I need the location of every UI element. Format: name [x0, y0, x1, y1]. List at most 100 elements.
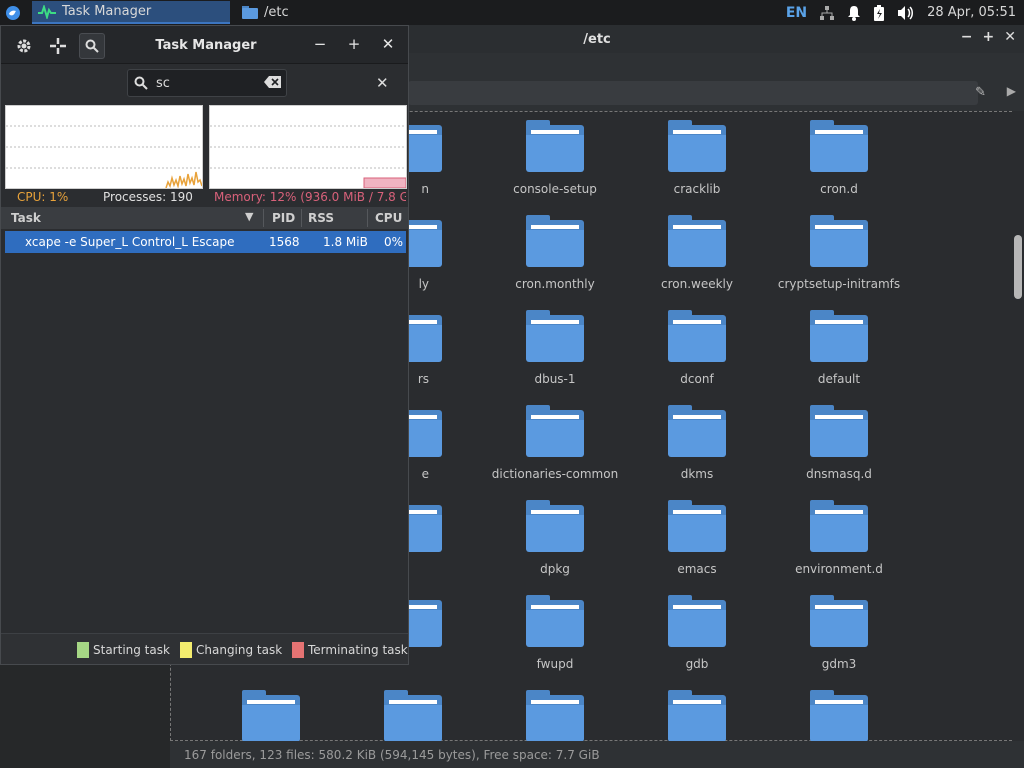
panel-tray: EN 28 Apr, 05:51 — [786, 0, 1024, 25]
status-bar: 167 folders, 123 files: 580.2 KiB (594,1… — [170, 741, 1024, 768]
folder-item[interactable]: environment.d — [769, 500, 909, 576]
folder-icon — [668, 500, 726, 552]
task-name-cell: xcape -e Super_L Control_L Escape — [25, 235, 235, 249]
folder-icon — [668, 595, 726, 647]
memory-graph — [209, 105, 407, 189]
process-count-label: Processes: 190 — [103, 190, 193, 204]
folder-icon — [242, 690, 300, 742]
network-icon[interactable] — [819, 5, 835, 21]
folder-item[interactable]: cryptsetup-initramfs — [769, 215, 909, 291]
tm-close-button[interactable]: ✕ — [379, 35, 397, 53]
toggle-search-button[interactable] — [79, 33, 105, 59]
maximize-button[interactable]: + — [983, 29, 995, 45]
folder-label: environment.d — [795, 562, 883, 576]
task-manager-title: Task Manager — [155, 37, 257, 53]
folder-label: dconf — [680, 372, 714, 386]
folder-item[interactable]: dictionaries-common — [485, 405, 625, 481]
column-header-row: Task ▼ PID RSS CPU — [1, 207, 408, 229]
legend-changing-swatch — [180, 642, 192, 658]
notification-bell-icon[interactable] — [847, 5, 861, 21]
folder-item[interactable]: gdm3 — [769, 595, 909, 671]
search-input[interactable]: sc — [127, 69, 287, 97]
folder-icon — [526, 500, 584, 552]
folder-icon — [810, 215, 868, 267]
folder-icon — [384, 690, 442, 742]
folder-icon — [668, 120, 726, 172]
taskbar-etc[interactable]: /etc — [236, 1, 295, 24]
crosshair-icon — [50, 38, 66, 54]
folder-icon — [668, 405, 726, 457]
identify-window-button[interactable] — [45, 33, 71, 59]
volume-icon[interactable] — [897, 5, 915, 21]
column-header-rss[interactable]: RSS — [308, 211, 334, 225]
folder-item[interactable]: emacs — [627, 500, 767, 576]
edit-location-icon[interactable]: ✎ — [975, 85, 986, 100]
column-header-pid[interactable]: PID — [272, 211, 295, 225]
search-icon — [85, 39, 99, 53]
search-input-value: sc — [156, 75, 170, 91]
table-row[interactable]: xcape -e Super_L Control_L Escape 1568 1… — [5, 231, 406, 253]
location-field[interactable] — [408, 81, 978, 105]
legend-terminating: Terminating task — [292, 642, 408, 658]
clock[interactable]: 28 Apr, 05:51 — [927, 5, 1016, 20]
folder-item[interactable]: cron.weekly — [627, 215, 767, 291]
cpu-usage-label: CPU: 1% — [17, 190, 69, 204]
chevron-right-icon[interactable]: ▶ — [1007, 84, 1016, 98]
folder-item[interactable]: cron.monthly — [485, 215, 625, 291]
folder-icon — [668, 310, 726, 362]
cpu-graph — [5, 105, 203, 189]
task-manager-headerbar[interactable]: Task Manager − + ✕ — [1, 26, 408, 64]
folder-item[interactable]: console-setup — [485, 120, 625, 196]
folder-label: console-setup — [513, 182, 597, 196]
folder-item[interactable]: dpkg — [485, 500, 625, 576]
sort-descending-icon[interactable]: ▼ — [245, 210, 253, 223]
folder-item[interactable]: dnsmasq.d — [769, 405, 909, 481]
folder-label: cracklib — [673, 182, 721, 196]
close-search-button[interactable]: ✕ — [376, 74, 389, 92]
keyboard-layout[interactable]: EN — [786, 5, 807, 21]
legend-starting-swatch — [77, 642, 89, 658]
task-cpu-cell: 0% — [384, 235, 404, 249]
folder-label: dkms — [680, 467, 714, 481]
folder-icon — [810, 690, 868, 742]
activity-icon — [38, 4, 56, 19]
tm-maximize-button[interactable]: + — [345, 35, 363, 53]
folder-icon — [810, 405, 868, 457]
status-text: 167 folders, 123 files: 580.2 KiB (594,1… — [184, 747, 600, 762]
folder-icon — [526, 120, 584, 172]
folder-icon — [526, 405, 584, 457]
folder-label: emacs — [677, 562, 717, 576]
settings-button[interactable] — [11, 33, 37, 59]
tm-minimize-button[interactable]: − — [311, 35, 329, 53]
minimize-button[interactable]: − — [961, 29, 973, 45]
taskbar-task-manager[interactable]: Task Manager — [32, 1, 230, 24]
stats-row: CPU: 1% Processes: 190 Memory: 12% (936.… — [1, 189, 408, 207]
taskbar-task-manager-label: Task Manager — [62, 4, 152, 19]
folder-icon — [526, 690, 584, 742]
folder-item[interactable]: gdb — [627, 595, 767, 671]
folder-label: default — [817, 372, 861, 386]
close-button[interactable]: ✕ — [1004, 29, 1016, 45]
gear-icon — [17, 39, 31, 53]
folder-item[interactable]: dbus-1 — [485, 310, 625, 386]
folder-label: dnsmasq.d — [806, 467, 872, 481]
folder-label: cron.d — [820, 182, 858, 196]
folder-item[interactable]: fwupd — [485, 595, 625, 671]
folder-icon — [526, 215, 584, 267]
scrollbar[interactable] — [1012, 111, 1024, 741]
memory-usage-label: Memory: 12% (936.0 MiB / 7.8 GiB) — [214, 190, 406, 204]
folder-item[interactable]: dconf — [627, 310, 767, 386]
folder-item[interactable]: dkms — [627, 405, 767, 481]
folder-item[interactable]: cron.d — [769, 120, 909, 196]
column-header-cpu[interactable]: CPU — [375, 211, 402, 225]
column-header-task[interactable]: Task — [11, 211, 41, 225]
clear-text-icon[interactable] — [264, 75, 282, 89]
whisker-menu-icon[interactable] — [0, 0, 26, 25]
folder-item[interactable]: cracklib — [627, 120, 767, 196]
folder-label: dictionaries-common — [491, 467, 619, 481]
folder-item[interactable]: default — [769, 310, 909, 386]
search-bar: sc ✕ — [1, 64, 408, 104]
legend-starting-label: Starting task — [93, 643, 170, 657]
battery-icon[interactable] — [873, 4, 885, 21]
scrollbar-thumb[interactable] — [1014, 235, 1022, 299]
